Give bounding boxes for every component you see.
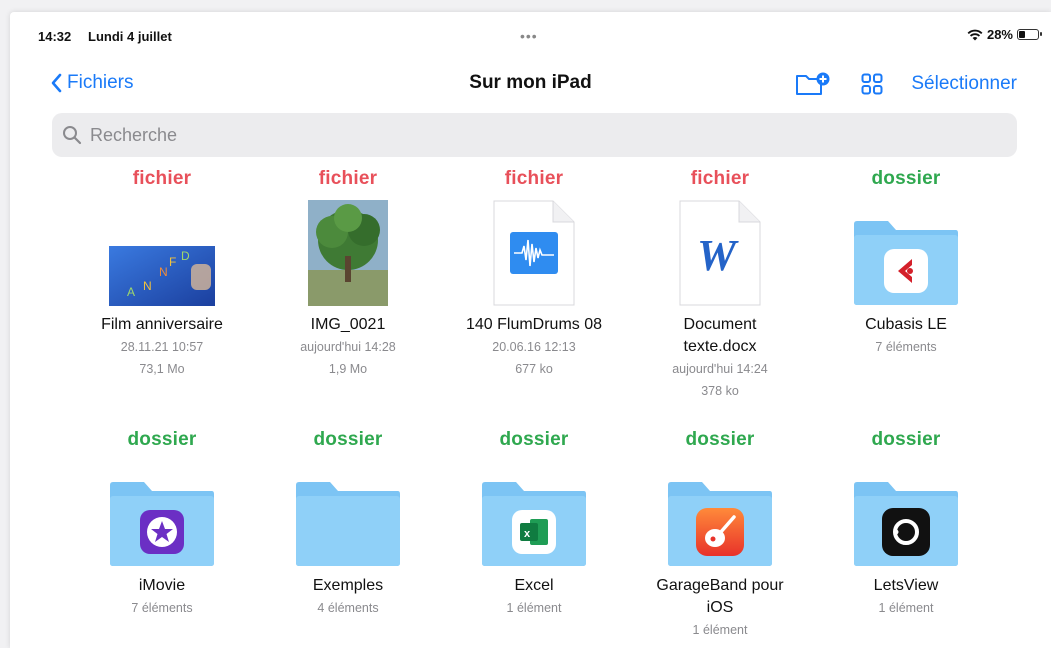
new-folder-button[interactable] [795, 70, 833, 98]
svg-text:N: N [143, 279, 152, 293]
svg-text:A: A [127, 285, 135, 299]
svg-text:D: D [181, 249, 190, 263]
svg-text:x: x [524, 528, 531, 540]
svg-text:F: F [169, 255, 176, 269]
folder-item-imovie[interactable]: dossier iMovie 7 éléments [72, 429, 252, 619]
status-bar: 14:32 Lundi 4 juillet ••• 28% [10, 12, 1051, 48]
item-name: Document texte.docx [683, 316, 757, 355]
navigation-bar: Fichiers Sur mon iPad Sélectionner [10, 64, 1051, 104]
status-time: 14:32 [38, 29, 72, 44]
folder-icon [665, 461, 775, 567]
photo-thumbnail [293, 200, 403, 306]
item-count: 1 élément [878, 601, 934, 615]
folder-item-excel[interactable]: dossier x Excel 1 élément [444, 429, 624, 619]
item-tag: fichier [504, 168, 564, 189]
item-count: 7 éléments [131, 601, 193, 615]
new-folder-icon [796, 72, 830, 95]
item-tag: fichier [690, 168, 750, 189]
word-document-icon: W [665, 200, 775, 306]
item-name: Excel [514, 577, 554, 594]
file-item-film-anniversaire[interactable]: fichier A N N F D Film anniversaire 28.1… [72, 168, 252, 380]
audio-file-icon [479, 200, 589, 306]
item-count: 1 élément [692, 623, 748, 637]
item-name: Exemples [312, 577, 384, 594]
folder-item-letsview[interactable]: dossier LetsView 1 élément [816, 429, 996, 619]
grid-view-icon [861, 73, 883, 95]
status-date: Lundi 4 juillet [88, 29, 172, 44]
folder-item-exemples[interactable]: dossier Exemples 4 éléments [258, 429, 438, 619]
nav-actions: Sélectionner [795, 70, 1017, 98]
item-name: Film anniversaire [101, 316, 223, 333]
search-icon [63, 126, 82, 145]
item-name: IMG_0021 [310, 316, 386, 333]
status-right: 28% [967, 27, 1042, 42]
item-size: 73,1 Mo [139, 362, 185, 376]
multitasking-dots[interactable]: ••• [520, 28, 538, 44]
file-item-flumdrums[interactable]: fichier 140 FlumDrums 08 20.06.16 12:13 … [444, 168, 624, 380]
select-button[interactable]: Sélectionner [911, 73, 1017, 95]
svg-text:N: N [159, 265, 168, 279]
folder-item-garageband[interactable]: dossier GarageBand pour iOS 1 élément [630, 429, 810, 641]
item-size: 378 ko [701, 384, 739, 398]
item-date: 20.06.16 12:13 [492, 340, 576, 354]
folder-icon [851, 461, 961, 567]
file-item-img-0021[interactable]: fichier IMG_0021 aujourd'hui 14:28 1,9 M… [258, 168, 438, 380]
item-tag: dossier [499, 429, 569, 450]
wifi-icon [967, 29, 983, 40]
item-name: 140 FlumDrums 08 [465, 316, 603, 333]
item-size: 677 ko [515, 362, 553, 376]
view-mode-button[interactable] [861, 73, 883, 95]
item-count: 4 éléments [317, 601, 379, 615]
item-tag: fichier [132, 168, 192, 189]
item-tag: dossier [685, 429, 755, 450]
item-tag: dossier [127, 429, 197, 450]
item-size: 1,9 Mo [328, 362, 368, 376]
item-tag: dossier [871, 168, 941, 189]
svg-text:W: W [697, 231, 739, 280]
folder-item-cubasis[interactable]: dossier Cubasis LE 7 éléments [816, 168, 996, 358]
item-date: 28.11.21 10:57 [120, 340, 204, 354]
item-date: aujourd'hui 14:24 [672, 362, 768, 376]
search-input[interactable] [88, 123, 992, 147]
folder-icon [293, 461, 403, 567]
files-window: 14:32 Lundi 4 juillet ••• 28% Fichiers S… [10, 12, 1051, 648]
item-name: Cubasis LE [865, 316, 947, 333]
battery-icon [1017, 29, 1042, 40]
folder-icon [107, 461, 217, 567]
item-tag: dossier [313, 429, 383, 450]
item-name: iMovie [138, 577, 186, 594]
item-date: aujourd'hui 14:28 [300, 340, 396, 354]
folder-icon: x [479, 461, 589, 567]
folder-icon [851, 200, 961, 306]
search-bar[interactable] [52, 113, 1017, 157]
item-name: LetsView [873, 577, 939, 594]
item-tag: dossier [871, 429, 941, 450]
item-count: 1 élément [506, 601, 562, 615]
item-tag: fichier [318, 168, 378, 189]
battery-percent: 28% [986, 27, 1013, 42]
item-count: 7 éléments [875, 340, 937, 354]
file-item-document-texte[interactable]: fichier W Document texte.docx aujourd'hu… [630, 168, 810, 402]
item-name: GarageBand pour iOS [656, 577, 784, 616]
video-thumbnail: A N N F D [107, 200, 217, 306]
